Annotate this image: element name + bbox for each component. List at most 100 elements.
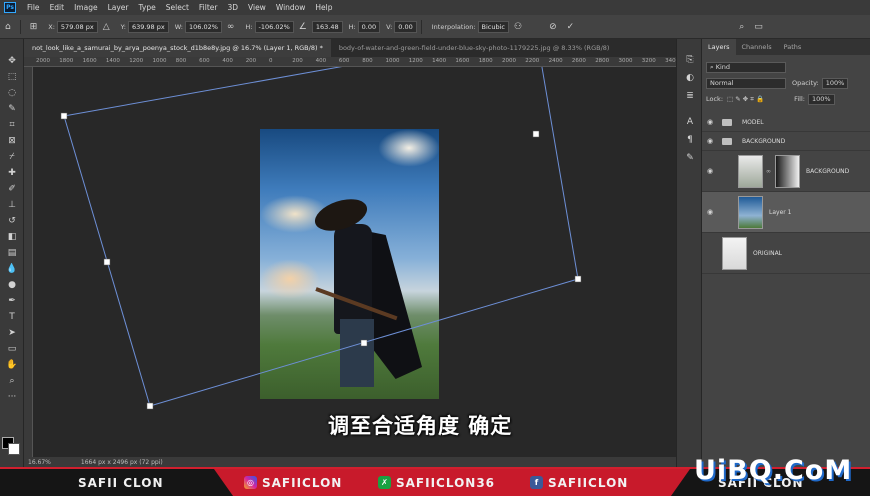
character-panel-icon[interactable]: A [677, 113, 703, 131]
menu-view[interactable]: View [243, 0, 271, 15]
interpolation-select[interactable]: Bicubic [477, 20, 510, 33]
transform-handle[interactable] [146, 402, 154, 410]
properties-panel-icon[interactable]: ≣ [677, 87, 703, 105]
layer-group-background[interactable]: ◉ BACKGROUND [702, 132, 870, 151]
eyedropper-tool-icon[interactable]: ⌿ [0, 149, 24, 165]
delta-icon: △ [102, 21, 110, 32]
menu-filter[interactable]: Filter [194, 0, 223, 15]
warp-icon[interactable]: ⚇ [514, 22, 522, 32]
workspace-icon[interactable]: ▭ [754, 22, 763, 32]
banner-facebook-handle: SAFIICLON [548, 476, 629, 490]
tab-channels[interactable]: Channels [736, 39, 778, 55]
menu-help[interactable]: Help [310, 0, 337, 15]
move-tool-icon[interactable]: ✥ [0, 53, 24, 69]
tab-layers[interactable]: Layers [702, 39, 736, 55]
free-transform-box[interactable] [33, 67, 676, 457]
tab-paths[interactable]: Paths [778, 39, 808, 55]
menu-bar: Ps File Edit Image Layer Type Select Fil… [0, 0, 870, 15]
background-color-swatch[interactable] [8, 443, 20, 455]
transform-handle[interactable] [103, 258, 111, 266]
dodge-tool-icon[interactable]: ● [0, 277, 24, 293]
opacity-field[interactable]: 100% [821, 77, 849, 89]
paragraph-panel-icon[interactable]: ¶ [677, 131, 703, 149]
lock-icons[interactable]: ⬚ ✎ ✥ ⌗ 🔒 [727, 95, 764, 104]
menu-image[interactable]: Image [69, 0, 103, 15]
blend-row: Normal Opacity: 100% [702, 75, 870, 91]
healing-brush-tool-icon[interactable]: ✚ [0, 165, 24, 181]
social-badge-icon: ✗ [378, 476, 391, 489]
menu-3d[interactable]: 3D [222, 0, 243, 15]
y-position-field[interactable]: 639.98 px [127, 20, 169, 33]
layer-group-model[interactable]: ◉ MODEL [702, 113, 870, 132]
lasso-tool-icon[interactable]: ◌ [0, 85, 24, 101]
menu-type[interactable]: Type [134, 0, 161, 15]
visibility-eye-icon[interactable]: ◉ [702, 118, 718, 126]
commit-transform-icon[interactable]: ✓ [567, 22, 575, 32]
layer-name: BACKGROUND [806, 167, 850, 175]
layer-kind-filter[interactable]: ⌕ Kind [706, 61, 786, 73]
transform-handle[interactable] [532, 130, 540, 138]
photoshop-logo: Ps [4, 2, 16, 13]
ruler-tick-label: 2800 [595, 58, 610, 64]
history-brush-tool-icon[interactable]: ↺ [0, 213, 24, 229]
layer-background[interactable]: ◉ ∞ BACKGROUND [702, 151, 870, 192]
visibility-eye-icon[interactable]: ◉ [702, 137, 718, 145]
menu-file[interactable]: File [22, 0, 45, 15]
zoom-tool-icon[interactable]: ⌕ [0, 373, 24, 389]
home-icon[interactable]: ⌂ [5, 22, 11, 32]
rectangle-tool-icon[interactable]: ▭ [0, 341, 24, 357]
zoom-level[interactable]: 16.67% [28, 459, 51, 466]
transform-handle[interactable] [360, 339, 368, 347]
layer-mask-thumbnail[interactable] [775, 154, 800, 188]
tab-samurai-document[interactable]: not_look_like_a_samurai_by_arya_poenya_s… [24, 39, 331, 57]
fill-field[interactable]: 100% [807, 93, 835, 105]
path-select-tool-icon[interactable]: ➤ [0, 325, 24, 341]
transform-handle[interactable] [574, 275, 582, 283]
angle-field[interactable]: 163.48 [311, 20, 343, 33]
quick-select-tool-icon[interactable]: ✎ [0, 101, 24, 117]
adjustments-panel-icon[interactable]: ◐ [677, 69, 703, 87]
visibility-eye-icon[interactable]: ◉ [702, 167, 718, 175]
reference-point-icon[interactable]: ⊞ [30, 22, 38, 32]
color-swatches[interactable] [2, 437, 22, 457]
facebook-icon: f [530, 476, 543, 489]
brush-settings-icon[interactable]: ✎ [677, 149, 703, 167]
stamp-tool-icon[interactable]: ⊥ [0, 197, 24, 213]
layer-layer-1[interactable]: ◉ Layer 1 [702, 192, 870, 233]
type-tool-icon[interactable]: T [0, 309, 24, 325]
height-field[interactable]: -106.02% [254, 20, 294, 33]
v-skew-label: V: [386, 22, 393, 31]
blur-tool-icon[interactable]: 💧 [0, 261, 24, 277]
h-skew-field[interactable]: 0.00 [357, 20, 381, 33]
cancel-transform-icon[interactable]: ⊘ [549, 22, 557, 32]
search-icon[interactable]: ⌕ [739, 22, 744, 32]
gradient-tool-icon[interactable]: ▤ [0, 245, 24, 261]
link-icon[interactable]: ∞ [227, 22, 235, 32]
x-position-field[interactable]: 579.08 px [56, 20, 98, 33]
ruler-tick-label: 600 [338, 58, 350, 64]
menu-layer[interactable]: Layer [103, 0, 134, 15]
ruler-tick-label: 2000 [502, 58, 516, 64]
tab-field-document[interactable]: body-of-water-and-green-field-under-blue… [331, 39, 618, 57]
blend-mode-select[interactable]: Normal [706, 77, 786, 89]
visibility-eye-icon[interactable]: ◉ [702, 208, 718, 216]
chain-link-icon[interactable]: ∞ [766, 168, 771, 175]
transform-handle[interactable] [60, 112, 68, 120]
visibility-eye-icon-hidden[interactable]: ▫ [702, 249, 718, 257]
menu-select[interactable]: Select [161, 0, 194, 15]
more-tools-icon[interactable]: ··· [0, 389, 24, 405]
hand-tool-icon[interactable]: ✋ [0, 357, 24, 373]
v-skew-field[interactable]: 0.00 [394, 20, 417, 33]
menu-edit[interactable]: Edit [45, 0, 70, 15]
layer-original[interactable]: ▫ ORIGINAL [702, 233, 870, 274]
width-field[interactable]: 106.02% [185, 20, 222, 33]
menu-window[interactable]: Window [271, 0, 311, 15]
canvas-area[interactable]: 调至合适角度 确定 [33, 67, 676, 457]
eraser-tool-icon[interactable]: ◧ [0, 229, 24, 245]
crop-tool-icon[interactable]: ⌗ [0, 117, 24, 133]
pen-tool-icon[interactable]: ✒ [0, 293, 24, 309]
brush-tool-icon[interactable]: ✐ [0, 181, 24, 197]
marquee-tool-icon[interactable]: ⬚ [0, 69, 24, 85]
history-panel-icon[interactable]: ⎘ [677, 51, 703, 69]
frame-tool-icon[interactable]: ⊠ [0, 133, 24, 149]
